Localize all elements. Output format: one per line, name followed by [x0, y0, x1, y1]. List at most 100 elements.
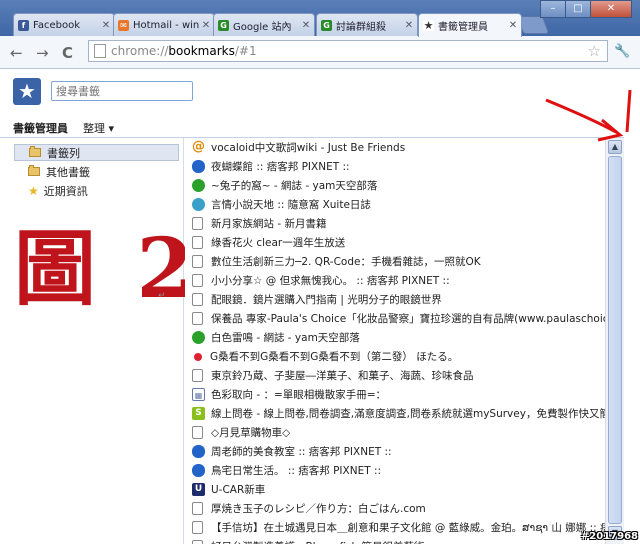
globe-icon [192, 198, 205, 211]
tab-close-icon[interactable]: ✕ [508, 20, 518, 31]
reload-button[interactable]: C [62, 44, 73, 62]
bookmark-row[interactable]: 厚焼き玉子のレシピ／作り方：白ごはん.com [185, 499, 605, 518]
bookmark-title: 周老師的美食教室 :: 痞客邦 PIXNET :: [211, 446, 392, 458]
bookmark-row[interactable]: ▦ 色彩取向 - ：=單眼相機散家手冊=： [185, 385, 605, 404]
page-icon [192, 502, 203, 515]
tab-close-icon[interactable]: ✕ [201, 20, 211, 31]
bookmark-star-icon[interactable]: ☆ [588, 42, 601, 60]
bookmark-title: 東京鈴乃蔵、子斐屋―洋菓子、和菓子、海蔬、珍味食品 [211, 370, 474, 382]
bookmark-row[interactable]: ~兔子的窩~ - 網誌 - yam天空部落 [185, 176, 605, 195]
hotmail-icon: ✉ [118, 19, 129, 31]
red-dot-icon [194, 352, 202, 361]
tab-strip: f Facebook ✕ ✉ Hotmail - win ✕ G Google 站內 ✕ G 討論群… [0, 0, 640, 37]
pixnet-icon [192, 445, 205, 458]
bookmark-row[interactable]: 數位生活創新三力─2. QR-Code：手機看雜誌，一照就OK [185, 252, 605, 271]
tab[interactable]: ★ 書籤管理員 ✕ [418, 13, 522, 37]
tab-label: 書籤管理員 [438, 22, 488, 33]
tab-label: 討論群組殺 [336, 21, 386, 33]
tab-close-icon[interactable]: ✕ [404, 20, 414, 31]
bookmark-row[interactable]: @ vocaloid中文歌詞wiki - Just Be Friends [185, 138, 605, 157]
bookmark-list: @ vocaloid中文歌詞wiki - Just Be Friends 夜蝴蝶館 … [185, 138, 605, 544]
bookmark-row[interactable]: ◇月見草購物車◇ [185, 423, 605, 442]
tab-close-icon[interactable]: ✕ [301, 20, 311, 31]
bookmark-title: 鳥宅日常生活。 :: 痞客邦 PIXNET :: [211, 465, 382, 477]
yam-icon [192, 179, 205, 192]
bookmark-row[interactable]: 白色雷鳴 - 網誌 - yam天空部落 [185, 328, 605, 347]
scroll-up-button[interactable]: ▲ [608, 140, 622, 154]
page-icon [192, 369, 203, 382]
bookmark-row[interactable]: 周老師的美食教室 :: 痞客邦 PIXNET :: [185, 442, 605, 461]
tab[interactable]: G Google 站內 ✕ [213, 13, 315, 36]
bookmark-row[interactable]: 【手信坊】在土城遇見日本＿創意和果子文化館 @ 藍綠威。金珀。ສາຊາ 山 娜娜… [185, 518, 605, 537]
minimize-button[interactable]: – [540, 0, 566, 18]
yam-icon [192, 331, 205, 344]
page-icon [192, 293, 203, 306]
bookmark-title: 【手信坊】在土城遇見日本＿創意和果子文化館 @ 藍綠威。金珀。ສາຊາ 山 娜娜… [211, 522, 605, 534]
search-input[interactable] [51, 81, 193, 101]
address-bar[interactable]: chrome://bookmarks/#1 ☆ [88, 40, 608, 62]
bookmark-row[interactable]: 好日台灣製造養護 - Bluerafish 簡易鋁美藝術 [185, 537, 605, 544]
wrench-icon[interactable]: 🔧 [614, 44, 630, 59]
bookmark-title: U-CAR新車 [211, 484, 266, 496]
bookmark-row[interactable]: G桑看不到G桑看不到G桑看不到（第二發） ほたる。 [185, 347, 605, 366]
bookmark-row[interactable]: 新月家族網站 - 新月書籍 [185, 214, 605, 233]
organize-bar: 書籤管理員 整理 ▾ [0, 115, 640, 138]
bookmark-title: 言情小說天地 :: 隨意窩 Xuite日誌 [211, 199, 371, 211]
page-icon [192, 426, 203, 439]
scrollbar-thumb[interactable] [608, 156, 622, 524]
bookmark-row[interactable]: 保養品 專家-Paula's Choice「化妝品警察」寶拉珍選的自有品牌(ww… [185, 309, 605, 328]
bookmark-title: 小小分享☆ @ 但求無愧我心。 :: 痞客邦 PIXNET :: [211, 275, 450, 287]
window-frame-edge [624, 69, 640, 544]
bookmark-row[interactable]: U U-CAR新車 [185, 480, 605, 499]
bookmark-title: 白色雷鳴 - 網誌 - yam天空部落 [211, 332, 360, 344]
bookmark-row[interactable]: 配眼鏡．鏡片選購入門指南 | 光明分子的眼鏡世界 [185, 290, 605, 309]
tree-item-bookmarks-bar[interactable]: 書籤列 [14, 144, 179, 161]
bookmark-row[interactable]: 東京鈴乃蔵、子斐屋―洋菓子、和菓子、海蔬、珍味食品 [185, 366, 605, 385]
page-icon [192, 255, 203, 268]
scrollbar[interactable]: ▲ ▼ [605, 138, 624, 544]
bookmark-title: 數位生活創新三力─2. QR-Code：手機看雜誌，一照就OK [211, 256, 481, 268]
folder-icon [29, 146, 41, 157]
bookmark-title: 夜蝴蝶館 :: 痞客邦 PIXNET :: [211, 161, 350, 173]
facebook-icon: f [18, 19, 29, 31]
tree-item-recent[interactable]: ★ 近期資訊 [14, 182, 88, 199]
tab[interactable]: f Facebook ✕ [13, 13, 115, 36]
tab-label: Hotmail - win [133, 19, 200, 31]
tab[interactable]: ✉ Hotmail - win ✕ [113, 13, 215, 36]
folder-tree: 書籤列 其他書籤 ★ 近期資訊 [0, 138, 184, 544]
back-button[interactable]: ← [10, 44, 23, 62]
at-icon: @ [192, 139, 205, 154]
mysurvey-icon: S [192, 407, 205, 420]
ucar-icon: U [192, 483, 205, 496]
bookmark-row[interactable]: 鳥宅日常生活。 :: 痞客邦 PIXNET :: [185, 461, 605, 480]
bookmark-title: 保養品 專家-Paula's Choice「化妝品警察」寶拉珍選的自有品牌(ww… [211, 313, 605, 325]
tab-close-icon[interactable]: ✕ [101, 20, 111, 31]
forward-button[interactable]: → [36, 44, 49, 62]
bookmark-row[interactable]: 小小分享☆ @ 但求無愧我心。 :: 痞客邦 PIXNET :: [185, 271, 605, 290]
tab-label: Facebook [33, 19, 80, 31]
bookmark-row[interactable]: 夜蝴蝶館 :: 痞客邦 PIXNET :: [185, 157, 605, 176]
bookmark-title: 配眼鏡．鏡片選購入門指南 | 光明分子的眼鏡世界 [211, 294, 442, 306]
bookmark-manager-logo-icon: ★ [13, 78, 41, 105]
figure-annotation: 圖 2 [14, 221, 200, 317]
page-icon [192, 236, 203, 249]
bookmark-title: 厚焼き玉子のレシピ／作り方：白ごはん.com [211, 503, 426, 515]
bookmark-title: ◇月見草購物車◇ [211, 427, 291, 439]
bookmark-title: G桑看不到G桑看不到G桑看不到（第二發） ほたる。 [210, 351, 459, 363]
tab[interactable]: G 討論群組殺 ✕ [316, 13, 418, 36]
bookmark-title: 好日台灣製造養護 - Bluerafish 簡易鋁美藝術 [211, 539, 425, 544]
page-icon [192, 274, 203, 287]
organize-menu-button[interactable]: 整理 ▾ [83, 120, 114, 136]
bookmark-row[interactable]: 綠香花火 clear一週年生放送 [185, 233, 605, 252]
watermark: #2017968 [580, 531, 638, 542]
close-button[interactable]: ✕ [590, 0, 632, 18]
window-controls: – □ ✕ [540, 0, 632, 18]
page-icon [192, 540, 203, 544]
tree-item-label: 近期資訊 [43, 184, 88, 198]
bookmark-row[interactable]: S 線上問卷 - 線上問卷,問卷調查,滿意度調查,問卷系統就選mySurvey，免… [185, 404, 605, 423]
page-icon [192, 217, 203, 230]
maximize-button[interactable]: □ [565, 0, 591, 18]
bookmark-row[interactable]: 言情小說天地 :: 隨意窩 Xuite日誌 [185, 195, 605, 214]
tree-item-other-bookmarks[interactable]: 其他書籤 [14, 163, 90, 180]
tree-item-label: 書籤列 [47, 146, 80, 160]
